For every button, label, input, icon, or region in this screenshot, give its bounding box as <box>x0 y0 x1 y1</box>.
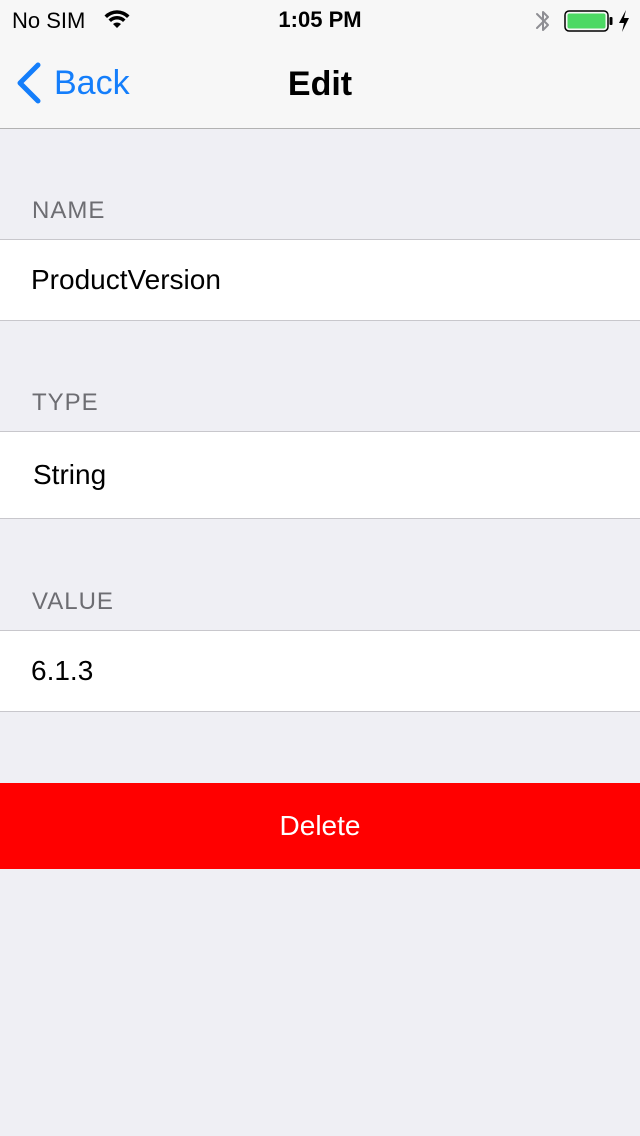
battery-icon <box>564 10 613 32</box>
page-title: Edit <box>287 65 353 103</box>
navigation-bar: Back Edit <box>0 40 640 129</box>
value-field[interactable]: 6.1.3 <box>0 630 640 712</box>
bluetooth-icon <box>536 11 549 31</box>
value-section-header: VALUE <box>32 588 114 615</box>
name-section-header: NAME <box>32 197 106 224</box>
type-selector[interactable]: String <box>0 431 640 519</box>
edit-screen: No SIM 1:05 PM Back Edit NAME ProductVer… <box>0 0 640 1136</box>
value-field-value: 6.1.3 <box>31 655 94 686</box>
name-field[interactable]: ProductVersion <box>0 239 640 321</box>
name-field-value: ProductVersion <box>31 264 221 295</box>
delete-button[interactable]: Delete <box>0 783 640 869</box>
status-bar: No SIM 1:05 PM <box>0 0 640 40</box>
charging-bolt-icon <box>619 10 629 32</box>
type-selector-value: String <box>33 459 107 490</box>
type-section-header: TYPE <box>32 389 99 416</box>
